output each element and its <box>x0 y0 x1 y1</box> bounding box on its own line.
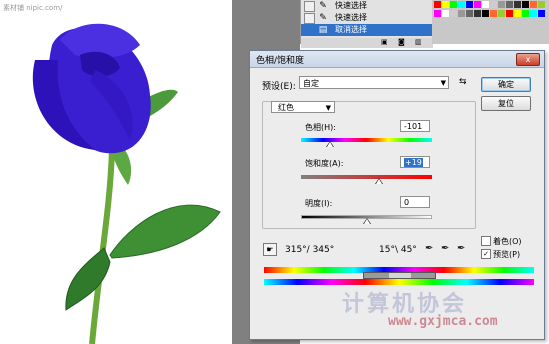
color-swatch[interactable] <box>474 1 481 8</box>
color-range-center[interactable] <box>389 273 411 278</box>
swatch-grid[interactable] <box>434 1 549 21</box>
saturation-input[interactable]: +19 <box>400 156 430 168</box>
lightness-input[interactable]: 0 <box>400 196 430 208</box>
saturation-slider-track[interactable] <box>301 175 432 179</box>
history-item-label: 取消选择 <box>335 25 367 34</box>
quick-select-icon: ✎ <box>319 13 327 23</box>
preview-label: 预览(P) <box>493 250 521 259</box>
history-item[interactable]: ✎ 快速选择 <box>301 12 433 24</box>
history-state-checkbox[interactable] <box>304 13 315 24</box>
color-swatch[interactable] <box>538 1 545 8</box>
rose-image <box>32 23 221 344</box>
color-swatch[interactable] <box>450 1 457 8</box>
range-left-readout: 315°/ 345° <box>285 245 335 255</box>
close-button[interactable]: x <box>516 53 540 66</box>
color-swatch[interactable] <box>450 10 457 17</box>
color-swatch[interactable] <box>522 1 529 8</box>
reset-button[interactable]: 复位 <box>481 96 531 111</box>
color-swatch[interactable] <box>530 10 537 17</box>
preset-options-icon[interactable]: ⇆ <box>459 77 467 87</box>
colorize-checkbox[interactable] <box>481 236 491 246</box>
lightness-label: 明度(I): <box>305 199 333 208</box>
photo-canvas: 素材铺 nipic.com/ <box>0 0 232 344</box>
hue-label: 色相(H): <box>305 123 336 132</box>
eyedropper-plus-icon[interactable]: ✒ <box>441 243 449 254</box>
dialog-titlebar[interactable]: 色相/饱和度 x <box>250 51 544 68</box>
history-state-checkbox[interactable] <box>304 1 315 12</box>
color-swatch[interactable] <box>442 10 449 17</box>
history-item-selected[interactable]: ▤ 取消选择 <box>301 24 433 36</box>
history-item-label: 快速选择 <box>335 1 367 10</box>
range-right-readout: 15°\ 45° <box>379 245 417 255</box>
ok-button[interactable]: 确定 <box>481 77 531 92</box>
color-swatch[interactable] <box>466 10 473 17</box>
color-swatch[interactable] <box>506 10 513 17</box>
history-item[interactable]: ✎ 快速选择 <box>301 0 433 12</box>
color-swatch[interactable] <box>490 10 497 17</box>
color-swatch[interactable] <box>442 1 449 8</box>
color-swatch[interactable] <box>466 1 473 8</box>
color-swatch[interactable] <box>434 10 441 17</box>
color-swatch[interactable] <box>514 10 521 17</box>
colorize-label: 着色(O) <box>493 237 522 246</box>
preset-value: 自定 <box>303 79 319 88</box>
color-swatch[interactable] <box>482 1 489 8</box>
chevron-down-icon: ▼ <box>325 104 331 112</box>
deselect-icon: ▤ <box>318 25 328 35</box>
color-swatch[interactable] <box>482 10 489 17</box>
channel-dropdown[interactable]: 红色 ▼ <box>271 101 335 113</box>
preset-label: 预设(E): <box>262 82 296 92</box>
color-swatch[interactable] <box>514 1 521 8</box>
color-swatch[interactable] <box>530 1 537 8</box>
swatches-panel <box>432 0 549 44</box>
new-document-icon[interactable]: ▣ <box>381 38 388 46</box>
saturation-value: +19 <box>404 158 423 167</box>
preview-checkbox[interactable]: ✓ <box>481 249 491 259</box>
output-color-bar <box>264 279 534 285</box>
hue-input[interactable]: -101 <box>400 120 430 132</box>
preset-dropdown[interactable]: 自定 ▼ <box>299 76 449 89</box>
trash-icon[interactable]: ▥ <box>415 38 422 46</box>
color-swatch[interactable] <box>458 10 465 17</box>
hue-slider-track[interactable] <box>301 138 432 142</box>
chevron-down-icon: ▼ <box>440 79 446 87</box>
history-state-checkbox[interactable] <box>304 25 315 36</box>
dialog-title: 色相/饱和度 <box>256 56 305 66</box>
target-adjust-hand-icon[interactable]: ☛ <box>263 243 277 256</box>
site-url-watermark: www.gxjmca.com <box>388 314 498 329</box>
saturation-label: 饱和度(A): <box>305 159 344 168</box>
color-swatch[interactable] <box>490 1 497 8</box>
color-swatch[interactable] <box>522 10 529 17</box>
color-swatch[interactable] <box>498 1 505 8</box>
quick-select-icon: ✎ <box>319 1 327 11</box>
history-toolbar: ▣ ◙ ▥ <box>301 38 433 48</box>
color-swatch[interactable] <box>434 1 441 8</box>
history-item-label: 快速选择 <box>335 13 367 22</box>
eyedropper-minus-icon[interactable]: ✒ <box>457 243 465 254</box>
snapshot-icon[interactable]: ◙ <box>398 38 405 46</box>
channel-value: 红色 <box>278 103 294 112</box>
history-panel: ✎ 快速选择 ✎ 快速选择 ▤ 取消选择 ▣ ◙ ▥ <box>300 0 433 48</box>
eyedropper-icon[interactable]: ✒ <box>425 243 433 254</box>
watermark-text: 素材铺 nipic.com/ <box>3 4 63 12</box>
color-swatch[interactable] <box>506 1 513 8</box>
adjustment-group <box>262 101 476 229</box>
color-swatch[interactable] <box>498 10 505 17</box>
color-swatch[interactable] <box>538 10 545 17</box>
color-swatch[interactable] <box>474 10 481 17</box>
color-swatch[interactable] <box>458 1 465 8</box>
